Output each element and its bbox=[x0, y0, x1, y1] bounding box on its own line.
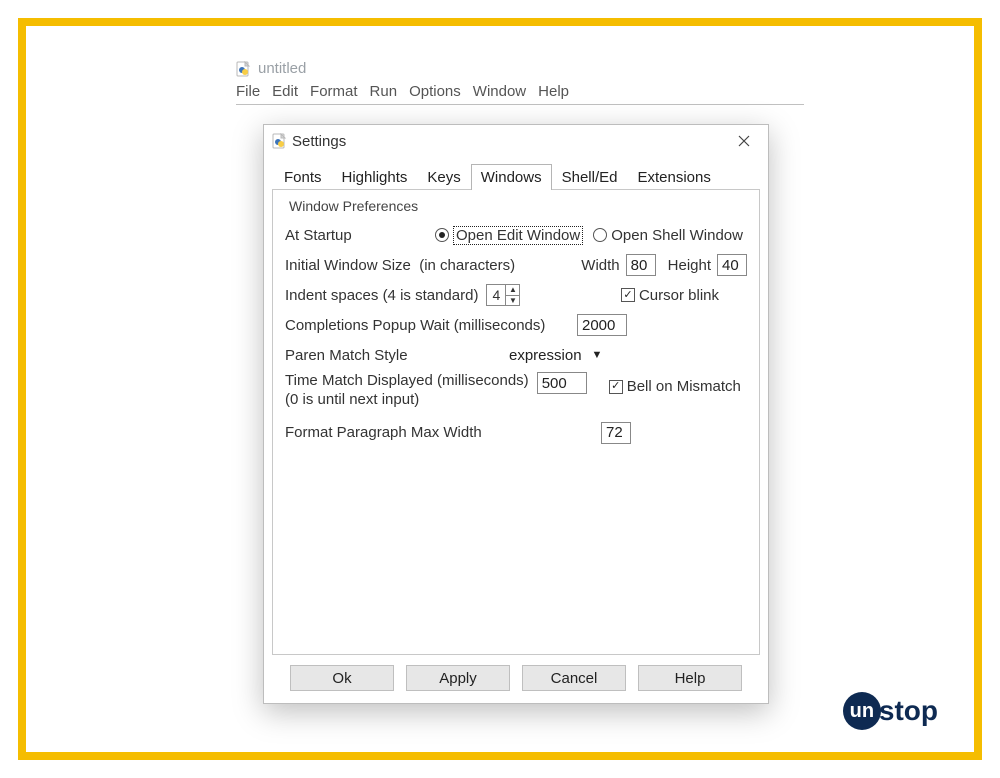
close-icon[interactable] bbox=[728, 127, 760, 155]
label-initial-window-size: Initial Window Size (in characters) bbox=[285, 257, 515, 274]
outer-frame: untitled File Edit Format Run Options Wi… bbox=[18, 18, 982, 760]
editor-window: untitled File Edit Format Run Options Wi… bbox=[236, 60, 784, 105]
radio-open-edit-window[interactable]: Open Edit Window bbox=[435, 226, 583, 245]
input-completions-wait[interactable] bbox=[577, 314, 627, 336]
menu-help[interactable]: Help bbox=[538, 83, 569, 100]
menu-bar: File Edit Format Run Options Window Help bbox=[236, 77, 804, 105]
tab-keys[interactable]: Keys bbox=[417, 164, 470, 190]
editor-title: untitled bbox=[258, 60, 306, 77]
input-width[interactable] bbox=[626, 254, 656, 276]
menu-run[interactable]: Run bbox=[370, 83, 398, 100]
input-time-match[interactable] bbox=[537, 372, 587, 394]
tab-shelled[interactable]: Shell/Ed bbox=[552, 164, 628, 190]
label-cursor-blink: Cursor blink bbox=[639, 287, 719, 304]
menu-format[interactable]: Format bbox=[310, 83, 358, 100]
radio-dot-icon bbox=[435, 228, 449, 242]
label-bell-mismatch: Bell on Mismatch bbox=[627, 378, 741, 395]
radio-open-shell-window[interactable]: Open Shell Window bbox=[593, 227, 743, 244]
cancel-button[interactable]: Cancel bbox=[522, 665, 626, 691]
apply-button[interactable]: Apply bbox=[406, 665, 510, 691]
menu-edit[interactable]: Edit bbox=[272, 83, 298, 100]
dialog-title: Settings bbox=[288, 133, 728, 150]
label-at-startup: At Startup bbox=[285, 227, 435, 244]
chevron-up-icon[interactable]: ▲ bbox=[506, 285, 519, 295]
checkbox-box-icon bbox=[621, 288, 635, 302]
dropdown-value: expression bbox=[509, 347, 582, 364]
menu-file[interactable]: File bbox=[236, 83, 260, 100]
chevron-down-icon: ▼ bbox=[592, 349, 603, 361]
help-button[interactable]: Help bbox=[638, 665, 742, 691]
tab-windows[interactable]: Windows bbox=[471, 164, 552, 190]
python-file-icon bbox=[272, 133, 288, 149]
watermark-text: stop bbox=[879, 695, 938, 727]
tab-panel: Window Preferences At Startup Open Edit … bbox=[272, 189, 760, 655]
label-height: Height bbox=[668, 257, 711, 274]
tab-fonts[interactable]: Fonts bbox=[274, 164, 332, 190]
label-width: Width bbox=[581, 257, 619, 274]
label-time-match-line2: (0 is until next input) bbox=[285, 391, 529, 410]
tab-extensions[interactable]: Extensions bbox=[627, 164, 720, 190]
menu-window[interactable]: Window bbox=[473, 83, 526, 100]
watermark-logo: un stop bbox=[843, 692, 938, 730]
radio-dot-icon bbox=[593, 228, 607, 242]
python-file-icon bbox=[236, 61, 252, 77]
input-format-para-width[interactable] bbox=[601, 422, 631, 444]
watermark-bubble: un bbox=[843, 692, 881, 730]
dropdown-paren-match-style[interactable]: expression ▼ bbox=[509, 347, 602, 364]
section-title: Window Preferences bbox=[289, 198, 747, 214]
input-height[interactable] bbox=[717, 254, 747, 276]
label-time-match-line1: Time Match Displayed (milliseconds) bbox=[285, 372, 529, 391]
chevron-down-icon[interactable]: ▼ bbox=[506, 295, 519, 306]
ok-button[interactable]: Ok bbox=[290, 665, 394, 691]
menu-options[interactable]: Options bbox=[409, 83, 461, 100]
label-format-para-width: Format Paragraph Max Width bbox=[285, 424, 482, 441]
settings-dialog: Settings Fonts Highlights Keys Windows S… bbox=[263, 124, 769, 704]
checkbox-box-icon bbox=[609, 380, 623, 394]
spinner-value: 4 bbox=[487, 285, 505, 305]
label-completions-wait: Completions Popup Wait (milliseconds) bbox=[285, 317, 545, 334]
spinner-indent-spaces[interactable]: 4 ▲ ▼ bbox=[486, 284, 520, 306]
checkbox-cursor-blink[interactable]: Cursor blink bbox=[621, 287, 719, 304]
tab-highlights[interactable]: Highlights bbox=[332, 164, 418, 190]
radio-open-shell-label: Open Shell Window bbox=[611, 227, 743, 244]
label-paren-match-style: Paren Match Style bbox=[285, 347, 509, 364]
checkbox-bell-mismatch[interactable]: Bell on Mismatch bbox=[609, 378, 741, 395]
tab-strip: Fonts Highlights Keys Windows Shell/Ed E… bbox=[264, 157, 768, 189]
label-indent-spaces: Indent spaces (4 is standard) bbox=[285, 287, 478, 304]
radio-open-edit-label: Open Edit Window bbox=[453, 226, 583, 245]
